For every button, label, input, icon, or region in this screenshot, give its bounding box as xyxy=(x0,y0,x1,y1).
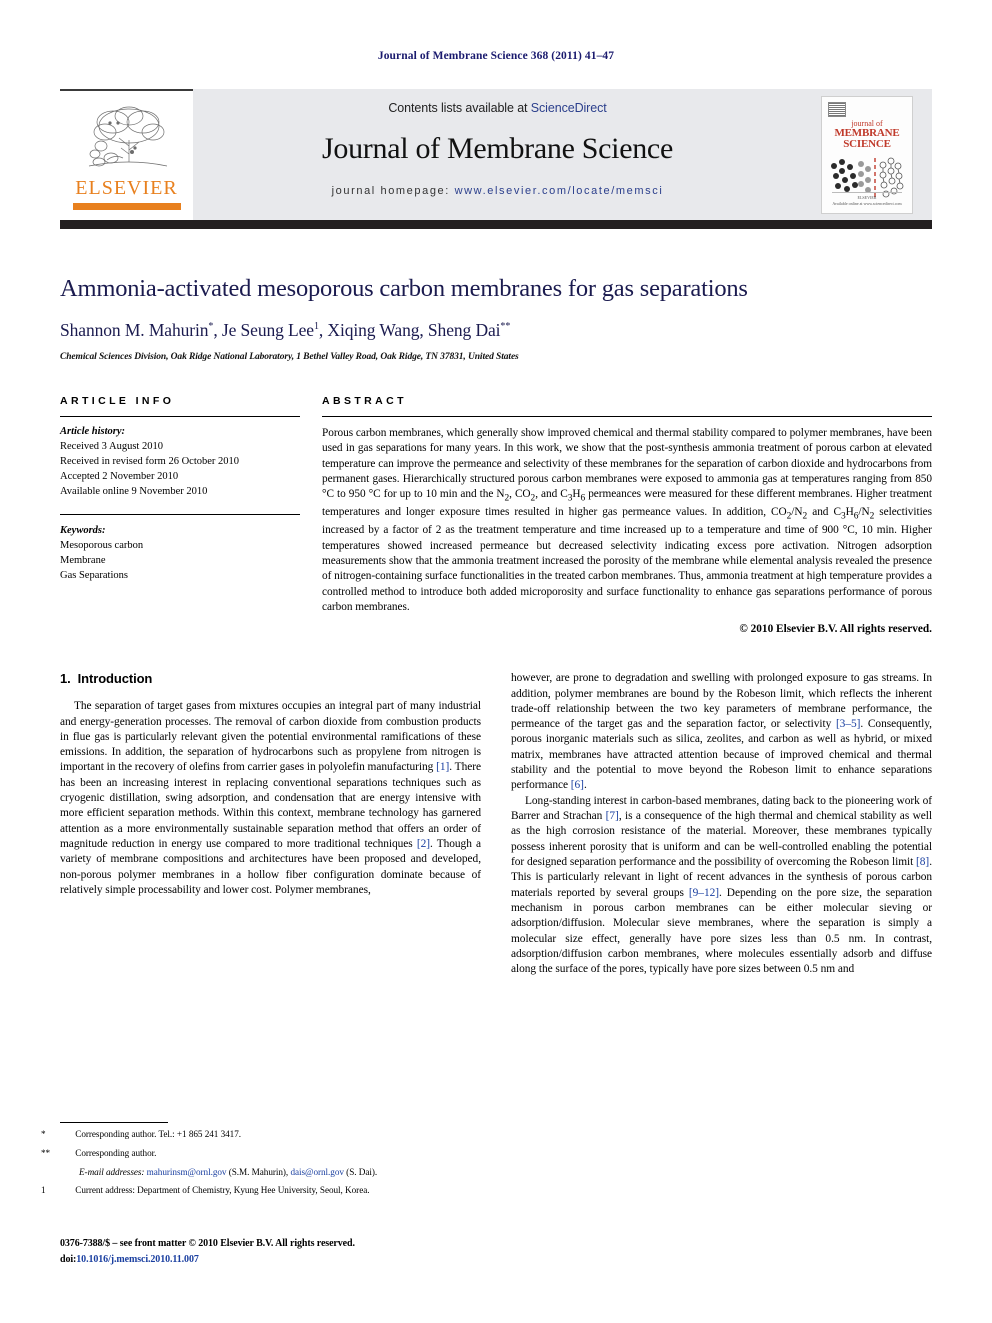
abstract-heading: ABSTRACT xyxy=(322,395,407,408)
info-abstract-row: ARTICLE INFO Article history: Received 3… xyxy=(60,395,932,635)
footnote-emails: E-mail addresses: mahurinsm@ornl.gov (S.… xyxy=(60,1166,481,1180)
keyword-item: Gas Separations xyxy=(60,570,128,582)
paragraph: The separation of target gases from mixt… xyxy=(60,699,481,898)
article-history: Article history: Received 3 August 2010 … xyxy=(60,425,300,500)
footnote-corresponding-1: * Corresponding author. Tel.: +1 865 241… xyxy=(41,1128,481,1142)
article-info-rule xyxy=(60,416,300,418)
footnote-mark: 1 xyxy=(41,1185,46,1196)
text-run: . xyxy=(583,779,587,792)
citation-link[interactable]: [8] xyxy=(916,856,929,868)
footnote-current-address: 1 Current address: Department of Chemist… xyxy=(41,1184,481,1198)
article-history-label: Article history: xyxy=(60,426,126,438)
journal-cover-area: journal of MEMBRANE SCIENCE ELSEVIER Ava… xyxy=(802,89,932,220)
cover-footer: ELSEVIER Available online at www.science… xyxy=(822,191,912,208)
journal-masthead: ELSEVIER Contents lists available at Sci… xyxy=(60,89,932,220)
footnote-text: Current address: Department of Chemistry… xyxy=(75,1185,370,1196)
citation-link[interactable]: [9–12] xyxy=(689,887,719,899)
history-item: Received 3 August 2010 xyxy=(60,441,163,453)
journal-homepage-line: journal homepage: www.elsevier.com/locat… xyxy=(332,185,664,197)
footnote-rule xyxy=(60,1122,168,1123)
journal-homepage-link[interactable]: www.elsevier.com/locate/memsci xyxy=(455,185,664,197)
title-block: Ammonia-activated mesoporous carbon memb… xyxy=(60,275,932,362)
doi-line: doi:10.1016/j.memsci.2010.11.007 xyxy=(60,1252,520,1268)
doi-label: doi: xyxy=(60,1253,77,1265)
publisher-logo-area: ELSEVIER xyxy=(60,89,193,220)
keywords-label: Keywords: xyxy=(60,524,106,536)
cover-tagline: Available online at www.sciencedirect.co… xyxy=(832,201,902,207)
citation-link[interactable]: [2] xyxy=(417,838,430,850)
elsevier-tree-icon xyxy=(88,106,167,166)
footnote-corresponding-2: ** Corresponding author. xyxy=(41,1147,481,1161)
article-first-page: Journal of Membrane Science 368 (2011) 4… xyxy=(0,0,992,1323)
email-link-mahurin[interactable]: mahurinsm@ornl.gov xyxy=(147,1167,227,1177)
abstract-text: Porous carbon membranes, which generally… xyxy=(322,427,932,613)
text-run: . Depending on the pore size, the separa… xyxy=(511,886,932,976)
paragraph: however, are prone to degradation and sw… xyxy=(511,671,932,794)
footnote-text: Corresponding author. Tel.: +1 865 241 3… xyxy=(75,1129,241,1139)
keyword-item: Mesoporous carbon xyxy=(60,539,144,551)
footnote-mark: * xyxy=(41,1129,46,1139)
section-title: Introduction xyxy=(77,671,153,687)
author-list: Shannon M. Mahurin*, Je Seung Lee1, Xiqi… xyxy=(60,320,511,341)
journal-cover-thumbnail: journal of MEMBRANE SCIENCE ELSEVIER Ava… xyxy=(821,95,913,214)
sciencedirect-link[interactable]: ScienceDirect xyxy=(531,101,607,115)
cover-corner-mark-icon xyxy=(828,101,846,117)
keywords-rule xyxy=(60,513,300,515)
section-number: 1. xyxy=(60,671,71,687)
citation-link[interactable]: [7] xyxy=(606,810,619,822)
contents-available-line: Contents lists available at ScienceDirec… xyxy=(388,101,606,115)
email-addresses-label: E-mail addresses: xyxy=(79,1166,145,1177)
page-title: Ammonia-activated mesoporous carbon memb… xyxy=(60,275,748,302)
text-run: . There has been an increasing interest … xyxy=(60,761,481,851)
citation-link[interactable]: [1] xyxy=(436,761,449,773)
affiliation: Chemical Sciences Division, Oak Ridge Na… xyxy=(60,352,519,363)
body-columns: 1. Introduction The separation of target … xyxy=(60,671,932,978)
body-column-right: however, are prone to degradation and sw… xyxy=(511,671,932,978)
email-person-2: (S. Dai). xyxy=(343,1166,378,1177)
copyright-line: © 2010 Elsevier B.V. All rights reserved… xyxy=(739,623,932,636)
keyword-item: Membrane xyxy=(60,555,106,567)
footnotes-block: * Corresponding author. Tel.: +1 865 241… xyxy=(41,1122,481,1198)
footnote-mark: ** xyxy=(41,1147,51,1158)
paragraph: Long-standing interest in carbon-based m… xyxy=(511,794,932,978)
masthead-bottom-rule xyxy=(60,220,932,229)
text-run: The separation of target gases from mixt… xyxy=(60,700,481,774)
elsevier-logo: ELSEVIER xyxy=(72,102,181,210)
history-item: Accepted 2 November 2010 xyxy=(60,470,179,482)
abstract-column: ABSTRACT Porous carbon membranes, which … xyxy=(322,395,932,635)
journal-title: Journal of Membrane Science xyxy=(322,132,673,165)
body-column-left: 1. Introduction The separation of target … xyxy=(60,671,481,978)
email-person-1: (S.M. Mahurin), xyxy=(226,1166,291,1177)
masthead-text-area: Contents lists available at ScienceDirec… xyxy=(193,89,802,220)
email-link-dai[interactable]: dais@ornl.gov xyxy=(290,1167,344,1177)
doi-link[interactable]: 10.1016/j.memsci.2010.11.007 xyxy=(76,1254,199,1265)
homepage-prefix: journal homepage: xyxy=(331,185,455,197)
citation-link[interactable]: [6] xyxy=(571,779,584,791)
history-item: Received in revised form 26 October 2010 xyxy=(60,455,240,467)
citation-link[interactable]: [3–5] xyxy=(836,718,860,730)
abstract-rule xyxy=(322,416,932,418)
imprint-block: 0376-7388/$ – see front matter © 2010 El… xyxy=(60,1236,520,1267)
contents-prefix: Contents lists available at xyxy=(388,101,531,115)
elsevier-accent-bar xyxy=(72,202,181,210)
article-info-column: ARTICLE INFO Article history: Received 3… xyxy=(60,395,300,635)
running-head: Journal of Membrane Science 368 (2011) 4… xyxy=(377,50,615,62)
history-item: Available online 9 November 2010 xyxy=(60,485,208,497)
elsevier-wordmark: ELSEVIER xyxy=(75,176,178,199)
issn-frontmatter-line: 0376-7388/$ – see front matter © 2010 El… xyxy=(60,1238,355,1249)
section-heading-introduction: 1. Introduction xyxy=(60,671,481,686)
keywords-block: Keywords: Mesoporous carbon Membrane Gas… xyxy=(60,523,300,584)
footnote-text: Corresponding author. xyxy=(75,1147,157,1158)
article-info-heading: ARTICLE INFO xyxy=(60,395,175,408)
cover-line-3: SCIENCE xyxy=(843,138,891,151)
